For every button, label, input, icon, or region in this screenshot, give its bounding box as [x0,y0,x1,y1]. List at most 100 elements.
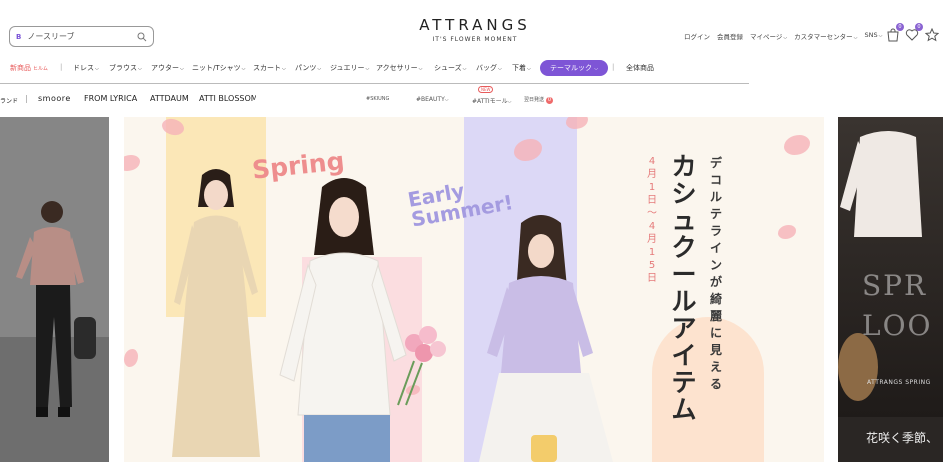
vertical-char: る [709,377,722,391]
vertical-char: 綺 [709,292,722,306]
chevron-down-icon: ⌵ [241,66,246,72]
nav-divider-line [0,83,749,84]
nav-item-dress[interactable]: ドレス⌵ [73,63,99,73]
vertical-char: カ [671,152,697,181]
chevron-down-icon: ⌵ [282,66,286,72]
nav-item-jewelry[interactable]: ジュエリー⌵ [330,63,369,73]
nav-new-arrivals[interactable]: 新商品 ヒルム [10,63,48,73]
vertical-char: シ [671,179,697,208]
vertical-char: に [709,326,722,340]
brand-item-from-lyrica[interactable]: FROM LYRICA [84,94,137,103]
brand-item-partial[interactable]: ランド [0,96,18,105]
vertical-char: ン [709,258,722,272]
nav-divider: | [612,63,615,71]
petal-decoration [784,135,810,155]
chevron-down-icon: ⌵ [507,99,512,105]
vertical-char: 麗 [709,309,722,323]
brand-nav: ランド | smoore FROM LYRICA ATTDAUM ATTI BL… [0,86,749,106]
logo-title: ATTRANGS [419,16,531,34]
vertical-char: ラ [709,224,722,238]
vertical-char: え [709,360,722,374]
model-illustration [16,201,96,417]
look-headline: LOO [862,309,933,342]
search-input[interactable]: ノースリーブ [27,31,137,42]
next-day-count-badge: 0 [546,97,554,104]
banner-slide-current[interactable]: Spring Early Summer! 4 月 1 日 〜 4 月 1 5 日… [124,117,824,462]
chevron-down-icon: ⌵ [594,66,599,72]
right-panel-jp: 花咲く季節、 [866,431,939,445]
chevron-down-icon: ⌵ [317,66,322,72]
vertical-char: 4 [648,221,656,232]
chevron-down-icon: ⌵ [527,66,531,72]
tag-skiung[interactable]: #SKIUNG [366,96,389,102]
chevron-down-icon: ⌵ [878,33,883,39]
nav-item-knit[interactable]: ニット/Tシャツ⌵ [192,63,245,73]
model-3-illustration [479,215,613,462]
sns-link[interactable]: SNS⌵ [864,31,882,41]
new-badge: NEW [478,86,494,93]
register-link[interactable]: 会員登録 [717,31,743,41]
right-panel-sub: ATTRANGS SPRING [867,379,931,386]
nav-divider: | [60,63,63,71]
brand-item-attdaum[interactable]: ATTDAUM [150,94,189,103]
chevron-down-icon: ⌵ [853,35,858,41]
tag-next-day[interactable]: 翌日発送 0 [524,96,554,104]
petal-decoration [566,117,588,129]
cart-count-badge: 0 [896,23,904,31]
nav-item-pants[interactable]: パンツ⌵ [295,63,321,73]
brand-item-atti-blossom[interactable]: ATTI BLOSSOM [199,94,256,103]
petal-decoration [124,155,140,171]
nav-item-bag[interactable]: バッグ⌵ [476,63,502,73]
vertical-char: 〜 [647,208,657,219]
customer-center-link[interactable]: カスタマーセンター⌵ [794,31,857,41]
vertical-char: テ [709,207,722,221]
chevron-down-icon: ⌵ [444,97,449,103]
vertical-char: ー [671,260,697,289]
mypage-link[interactable]: マイページ⌵ [750,31,787,41]
banner-subtitle: デコルテラインが綺麗に見える [708,155,724,393]
wishlist-button[interactable]: 0 [905,23,923,41]
tag-atti-mall[interactable]: #ATTIモール⌵ [472,96,511,105]
site-logo[interactable]: ATTRANGS IT'S FLOWER MOMENT [400,16,550,43]
category-nav: 新商品 ヒルム | ドレス⌵ ブラウス⌵ アウター⌵ ニット/Tシャツ⌵ スカート… [8,60,748,76]
chevron-down-icon: ⌵ [418,66,423,72]
banner-slide-prev[interactable] [0,117,109,462]
wishlist-count-badge: 0 [915,23,923,31]
search-box[interactable]: B ノースリーブ [9,26,154,47]
nav-item-accessory[interactable]: アクセサリー⌵ [376,63,422,73]
brand-item-smoore[interactable]: smoore [38,94,71,103]
petal-decoration [778,225,796,239]
vertical-char: 日 [647,195,657,206]
vertical-char: 5 [648,260,656,271]
nav-all-products[interactable]: 全体商品 [626,63,654,73]
logo-tagline: IT'S FLOWER MOMENT [432,36,518,43]
hero-banner[interactable]: Spring Early Summer! 4 月 1 日 〜 4 月 1 5 日… [0,117,943,462]
vertical-char: テ [671,368,697,397]
favorites-button[interactable] [924,27,940,42]
vertical-char: 月 [647,169,657,180]
vertical-char: 1 [648,182,656,193]
model-2-illustration [279,178,446,462]
search-icon[interactable] [137,32,147,42]
vertical-char: ル [671,287,697,316]
vertical-char: ル [709,190,722,204]
vertical-char: 4 [648,156,656,167]
login-link[interactable]: ログイン [684,31,710,41]
nav-item-shoes[interactable]: シューズ⌵ [434,63,466,73]
spring-headline: SPR [862,269,928,302]
brand-divider: | [25,94,28,103]
vertical-char: ュ [671,206,697,235]
cart-button[interactable]: 0 [886,23,904,42]
theme-look-button[interactable]: テーマルック ⌵ [540,60,609,76]
nav-item-blouse[interactable]: ブラウス⌵ [109,63,142,73]
tag-beauty[interactable]: #BEAUTY⌵ [416,96,449,103]
nav-item-skirt[interactable]: スカート⌵ [253,63,286,73]
banner-slide-next[interactable]: SPR LOO ATTRANGS SPRING 花咲く季節、 [838,117,943,462]
nav-item-outer[interactable]: アウター⌵ [151,63,184,73]
chevron-down-icon: ⌵ [783,35,788,41]
page: { "header": { "search": {"badge": "B", "… [0,0,943,468]
vertical-char: イ [709,241,722,255]
nav-item-underwear[interactable]: 下着⌵ [512,63,531,73]
utility-menu: ログイン 会員登録 マイページ⌵ カスタマーセンター⌵ SNS⌵ [684,31,882,41]
vertical-char: ク [671,233,697,262]
